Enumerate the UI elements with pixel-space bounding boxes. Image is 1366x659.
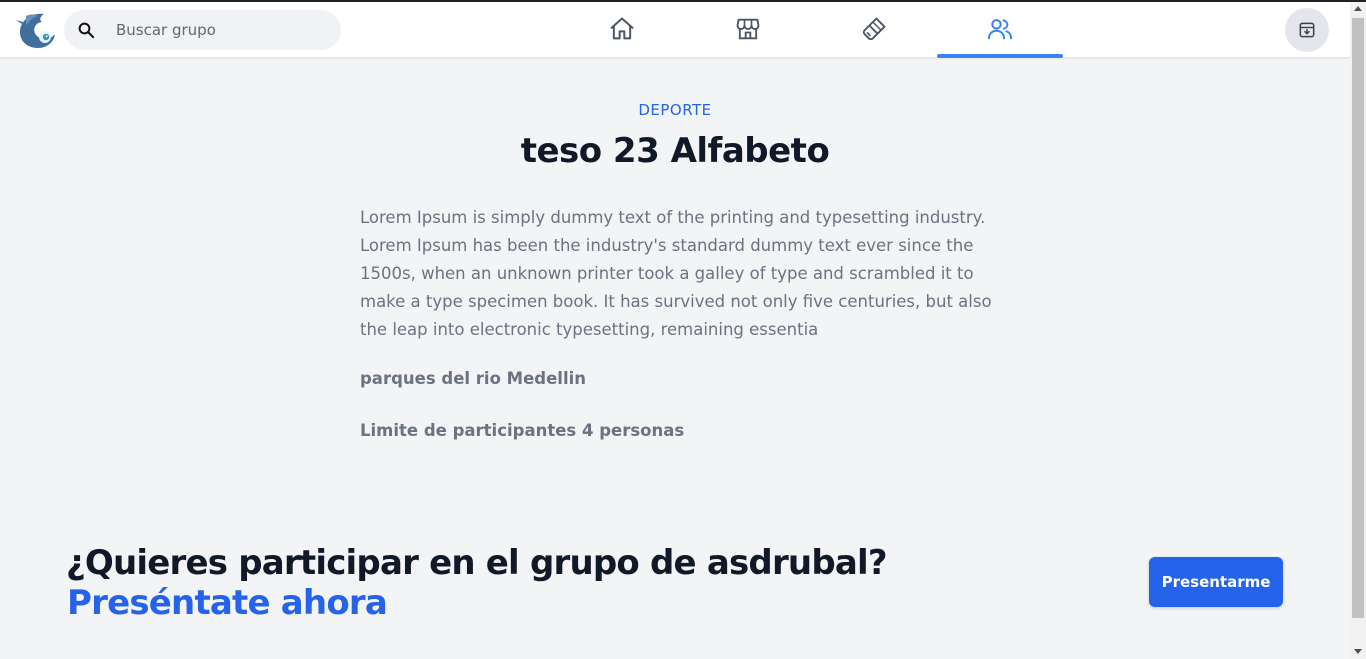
- store-icon: [736, 18, 760, 40]
- group-location: parques del rio Medellin: [360, 369, 586, 388]
- tab-brush[interactable]: [811, 2, 937, 56]
- search-bar[interactable]: [64, 10, 341, 50]
- brush-icon: [862, 17, 886, 41]
- page-scrollbar[interactable]: [1350, 2, 1366, 659]
- top-navbar: [0, 2, 1350, 58]
- search-icon: [77, 21, 95, 39]
- present-button[interactable]: Presentarme: [1149, 557, 1283, 607]
- group-description: Lorem Ipsum is simply dummy text of the …: [360, 208, 992, 339]
- users-icon: [987, 19, 1013, 40]
- app-logo[interactable]: [14, 10, 58, 50]
- tab-groups[interactable]: [937, 2, 1063, 58]
- cta-action-text: Preséntate ahora: [67, 583, 388, 623]
- cta-question: ¿Quieres participar en el grupo de asdru…: [66, 543, 888, 583]
- scroll-up-icon[interactable]: [1354, 6, 1362, 11]
- group-title: teso 23 Alfabeto: [520, 131, 830, 171]
- tab-store[interactable]: [685, 2, 811, 56]
- home-icon: [610, 17, 634, 40]
- scroll-down-icon[interactable]: [1354, 649, 1362, 654]
- search-input[interactable]: [116, 10, 331, 50]
- archive-button[interactable]: [1285, 8, 1329, 52]
- scrollbar-thumb[interactable]: [1352, 18, 1364, 618]
- group-category: DEPORTE: [638, 101, 712, 119]
- archive-icon: [1299, 22, 1315, 38]
- group-participant-limit: Limite de participantes 4 personas: [360, 421, 685, 440]
- tab-home[interactable]: [559, 2, 685, 56]
